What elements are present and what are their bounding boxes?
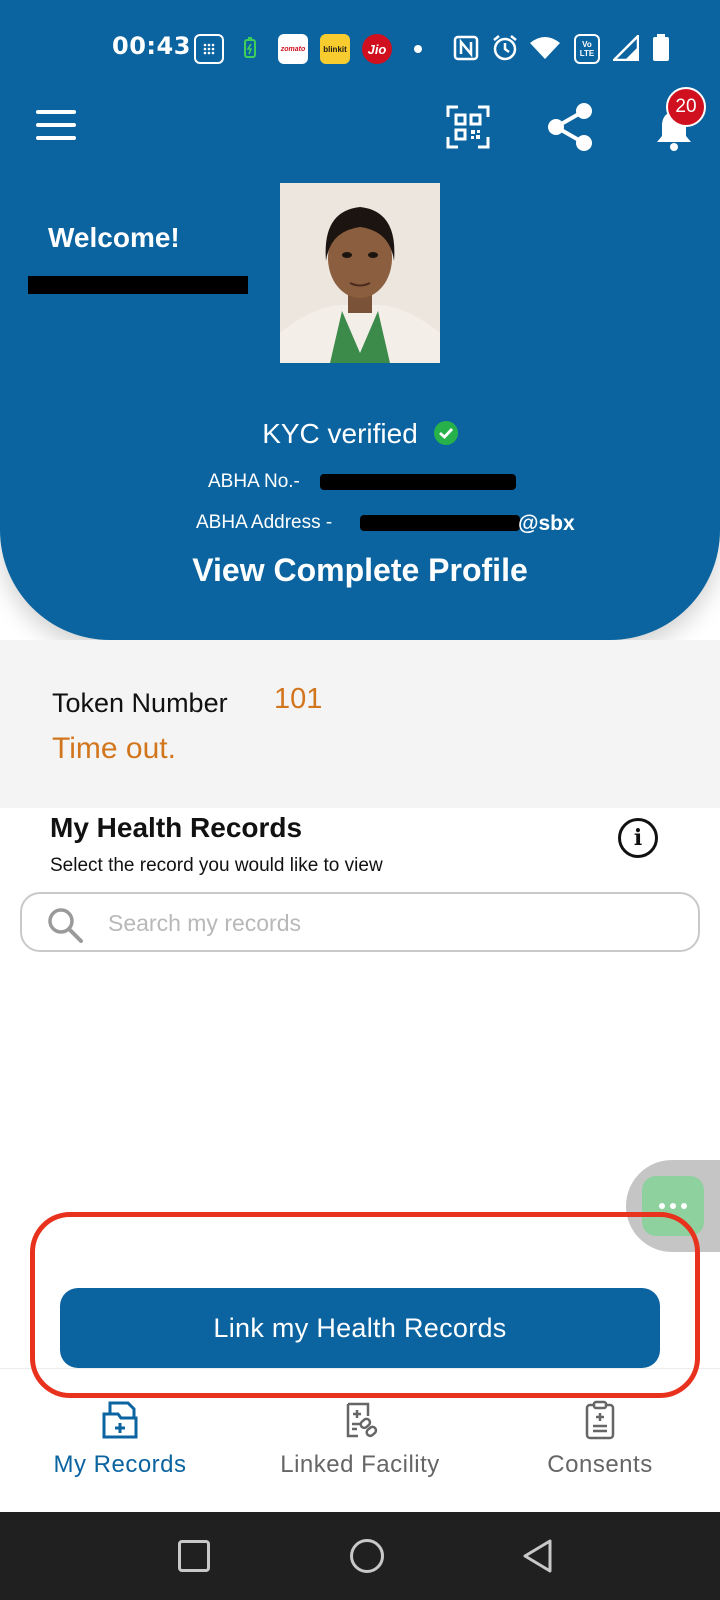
blinkit-app-icon: blinkit <box>320 34 350 64</box>
nav-my-records[interactable]: My Records <box>0 1400 240 1479</box>
nav-label-linked-facility: Linked Facility <box>280 1451 440 1478</box>
token-number-label: Token Number <box>52 688 228 718</box>
redacted-abha-address <box>360 515 520 531</box>
abha-address-suffix: @sbx <box>518 512 575 535</box>
alarm-icon <box>490 32 520 64</box>
wifi-icon <box>528 32 562 64</box>
status-time: 00:43 <box>112 32 191 60</box>
nfc-icon <box>452 32 480 64</box>
linked-facility-icon <box>346 1402 378 1438</box>
highlight-annotation <box>30 1212 700 1398</box>
more-notifications-dot-icon <box>414 45 422 53</box>
calculator-app-icon <box>194 34 224 64</box>
health-records-subtitle: Select the record you would like to view <box>50 855 383 876</box>
qr-code-icon[interactable] <box>446 105 490 149</box>
consents-icon <box>585 1400 615 1440</box>
token-section <box>0 640 720 808</box>
kyc-status: KYC verified <box>0 418 720 450</box>
abha-address-label: ABHA Address - <box>196 512 333 533</box>
redacted-user-name <box>28 276 248 294</box>
battery-saver-icon <box>240 32 260 64</box>
view-complete-profile-link[interactable]: View Complete Profile <box>0 552 720 589</box>
back-icon[interactable] <box>520 1538 554 1574</box>
signal-icon <box>612 32 640 64</box>
health-records-title: My Health Records <box>50 812 303 843</box>
verified-check-icon <box>433 420 458 445</box>
search-records-field[interactable] <box>20 892 700 952</box>
search-input[interactable] <box>108 906 668 940</box>
menu-icon[interactable] <box>36 110 76 140</box>
volte-icon: Vo LTE <box>574 34 600 64</box>
info-icon[interactable]: i <box>618 818 658 858</box>
redacted-abha-number <box>320 474 516 490</box>
welcome-text: Welcome! <box>48 222 180 253</box>
token-status: Time out. <box>52 732 176 765</box>
nav-consents[interactable]: Consents <box>480 1400 720 1479</box>
nav-label-consents: Consents <box>547 1451 653 1478</box>
kyc-status-text: KYC verified <box>262 418 418 449</box>
search-icon <box>48 908 83 943</box>
home-icon[interactable] <box>350 1539 384 1573</box>
notification-count-badge: 20 <box>666 87 706 127</box>
jio-app-icon: Jio <box>362 34 392 64</box>
abha-number-label: ABHA No.- <box>208 471 300 492</box>
nav-linked-facility[interactable]: Linked Facility <box>240 1400 480 1479</box>
recent-apps-icon[interactable] <box>178 1540 210 1572</box>
profile-photo <box>280 183 440 363</box>
nav-label-my-records: My Records <box>53 1451 187 1478</box>
battery-icon <box>650 32 672 64</box>
zomato-app-icon: zomato <box>278 34 308 64</box>
token-number-value: 101 <box>274 683 323 715</box>
share-icon[interactable] <box>546 102 594 152</box>
my-records-icon <box>102 1401 138 1439</box>
